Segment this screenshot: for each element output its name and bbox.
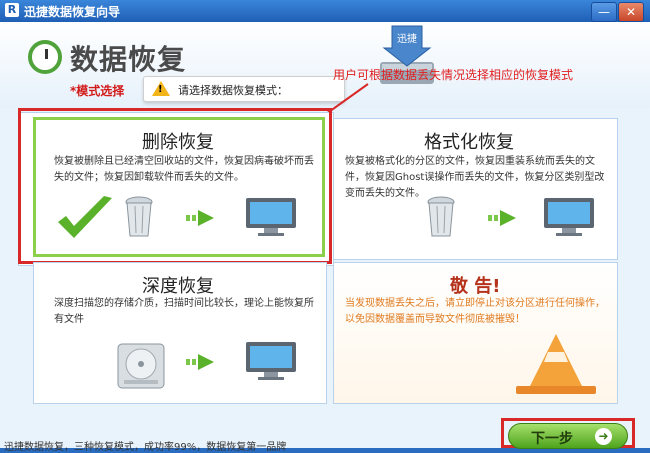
- mode-select-label: *模式选择: [70, 84, 125, 98]
- arrow-right-icon: ➜: [595, 428, 612, 445]
- trash-icon: [427, 196, 455, 237]
- card-deep-desc: 深度扫描您的存储介质，扫描时间比较长，理论上能恢复所有文件: [54, 298, 314, 325]
- warning-title: 敬 告!: [450, 276, 501, 297]
- warning-desc: 当发现数据丢失之后，请立即停止对该分区进行任何操作，以免因数据覆盖而导致文件彻底…: [345, 298, 605, 325]
- card-delete-title: 删除恢复: [142, 132, 214, 153]
- minimize-button[interactable]: —: [591, 2, 617, 22]
- trash-icon: [125, 196, 153, 237]
- card-format-title: 格式化恢复: [424, 132, 514, 153]
- next-button-label: 下一步: [531, 431, 573, 447]
- green-arrow-icon: [488, 210, 516, 226]
- page-title: 数据恢复: [70, 43, 187, 76]
- monitor-icon: [246, 198, 296, 236]
- green-arrow-icon: [186, 354, 214, 370]
- annotation-text: 用户可根据数据丢失情况选择相应的恢复模式: [333, 68, 574, 82]
- card-format-desc: 恢复被格式化的分区的文件，恢复因重装系统而丢失的文件，恢复因Ghost误操作而丢…: [345, 156, 605, 199]
- tip-text: 请选择数据恢复模式：: [178, 84, 288, 97]
- hard-disk-icon: [117, 343, 165, 389]
- checkmark-icon: [58, 196, 112, 238]
- app-icon: R: [5, 3, 19, 17]
- green-arrow-icon: [186, 210, 214, 226]
- main-window: R 迅捷数据恢复向导 — ✕ 数据恢复 *模式选择 ! 请选择数据恢复模式： 迅…: [0, 0, 650, 453]
- next-button[interactable]: 下一步 ➜: [508, 423, 628, 449]
- footer-slogan: 迅捷数据恢复，三种恢复模式，成功率99%，数据恢复第一品牌: [4, 442, 287, 453]
- window-title: 迅捷数据恢复向导: [24, 5, 121, 19]
- monitor-icon: [246, 342, 296, 380]
- monitor-icon: [544, 198, 594, 236]
- card-deep-title: 深度恢复: [142, 276, 214, 297]
- warning-mark: !: [158, 84, 163, 95]
- clock-icon: [28, 40, 62, 74]
- traffic-cone-icon: [516, 334, 596, 394]
- close-button[interactable]: ✕: [618, 2, 644, 22]
- title-bar[interactable]: R 迅捷数据恢复向导 — ✕: [0, 0, 650, 22]
- card-delete-desc: 恢复被删除且已经清空回收站的文件，恢复因病毒破坏而丢失的文件；恢复因卸载软件而丢…: [54, 156, 314, 183]
- disk-label: 迅捷: [397, 32, 417, 45]
